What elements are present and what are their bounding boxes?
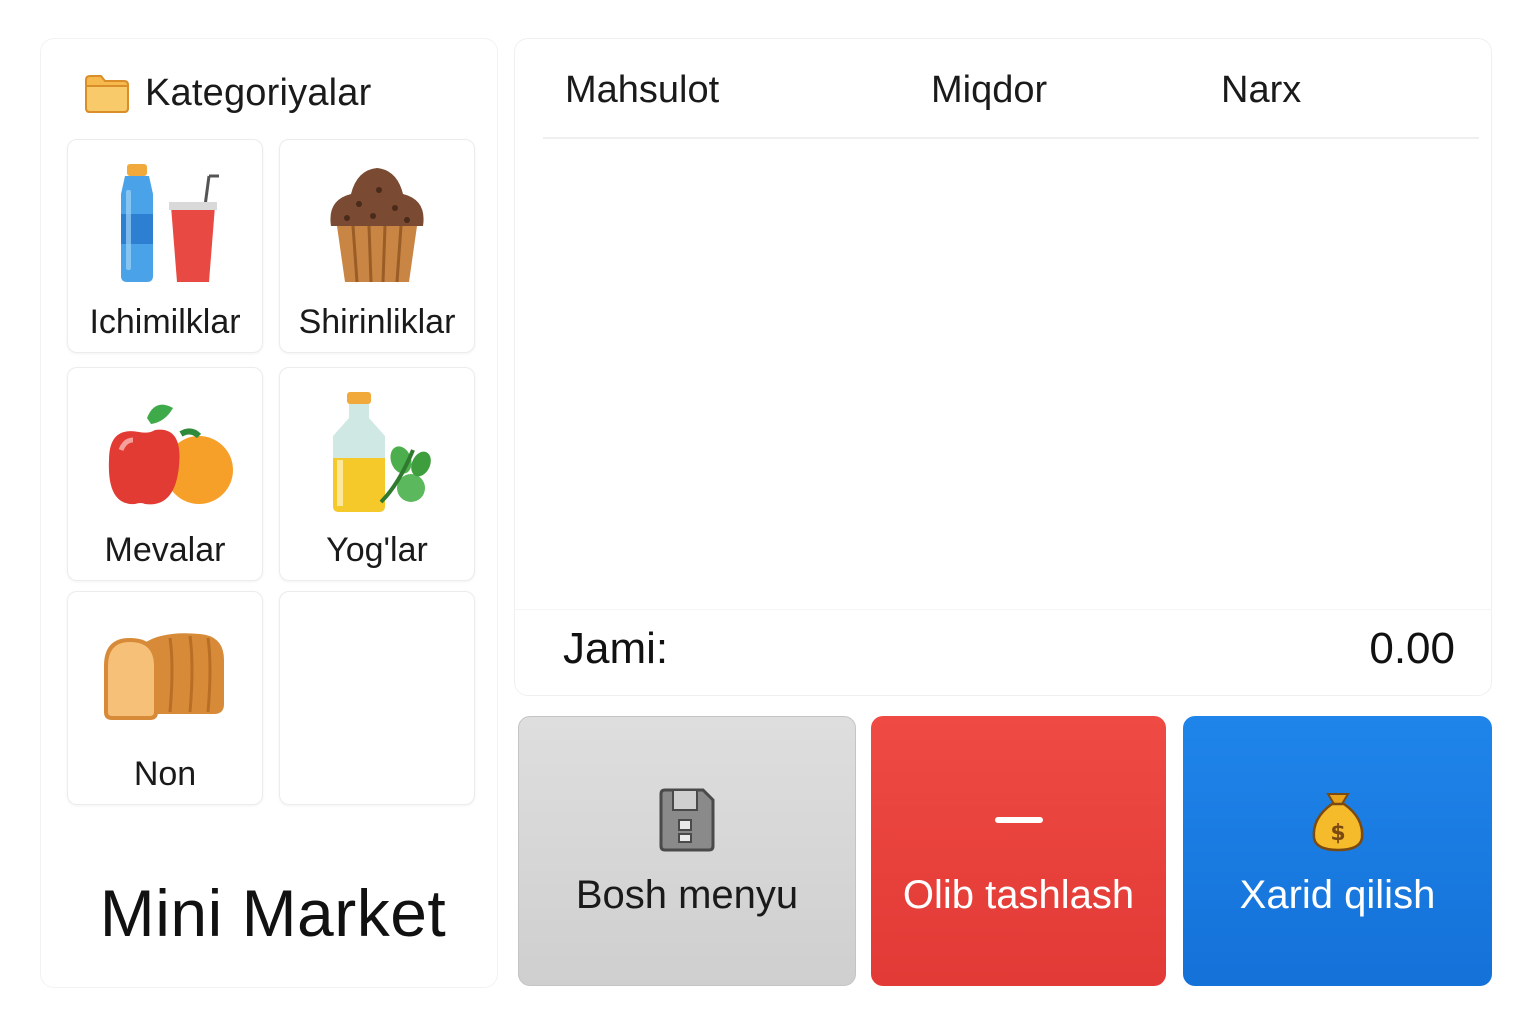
categories-panel: Kategoriyalar Ichimilklar Shirinliklar M… xyxy=(40,38,498,988)
cart-panel: Mahsulot Miqdor Narx Jami: 0.00 xyxy=(514,38,1492,696)
category-label: Ichimilklar xyxy=(89,303,241,341)
category-tile-oils[interactable]: Yog'lar xyxy=(279,367,475,581)
total-label: Jami: xyxy=(563,624,669,673)
categories-title: Kategoriyalar xyxy=(145,71,372,114)
category-tile-empty[interactable] xyxy=(279,591,475,805)
category-tile-fruits[interactable]: Mevalar xyxy=(67,367,263,581)
fruits-icon xyxy=(68,386,262,518)
main-menu-label: Bosh menyu xyxy=(575,872,799,917)
column-header-product: Mahsulot xyxy=(565,69,720,111)
total-value: 0.00 xyxy=(1369,624,1455,673)
cart-total-row: Jami: 0.00 xyxy=(515,609,1491,697)
categories-header: Kategoriyalar xyxy=(83,71,372,115)
save-floppy-icon xyxy=(657,785,717,855)
folder-icon xyxy=(85,75,129,113)
app-brand-title: Mini Market xyxy=(99,876,447,950)
cart-items-list[interactable] xyxy=(543,141,1479,611)
cart-table-header: Mahsulot Miqdor Narx xyxy=(543,39,1479,139)
category-tile-bread[interactable]: Non xyxy=(67,591,263,805)
drinks-icon xyxy=(68,158,262,290)
remove-item-label: Olib tashlash xyxy=(902,872,1135,917)
category-label: Yog'lar xyxy=(326,531,428,569)
category-label: Shirinliklar xyxy=(298,303,456,341)
column-header-price: Narx xyxy=(1221,69,1302,111)
purchase-label: Xarid qilish xyxy=(1239,872,1436,917)
main-menu-button[interactable]: Bosh menyu xyxy=(518,716,856,986)
category-label: Mevalar xyxy=(104,531,226,569)
bread-icon xyxy=(68,610,262,742)
category-tile-sweets[interactable]: Shirinliklar xyxy=(279,139,475,353)
money-bag-icon: $ xyxy=(1308,785,1368,855)
oil-bottle-icon xyxy=(280,386,474,518)
minus-icon xyxy=(994,785,1043,855)
column-header-quantity: Miqdor xyxy=(931,69,1048,111)
category-label: Non xyxy=(133,755,197,793)
muffin-icon xyxy=(280,158,474,290)
svg-text:$: $ xyxy=(1330,821,1345,846)
purchase-button[interactable]: $ Xarid qilish xyxy=(1183,716,1492,986)
category-tile-drinks[interactable]: Ichimilklar xyxy=(67,139,263,353)
remove-item-button[interactable]: Olib tashlash xyxy=(871,716,1166,986)
